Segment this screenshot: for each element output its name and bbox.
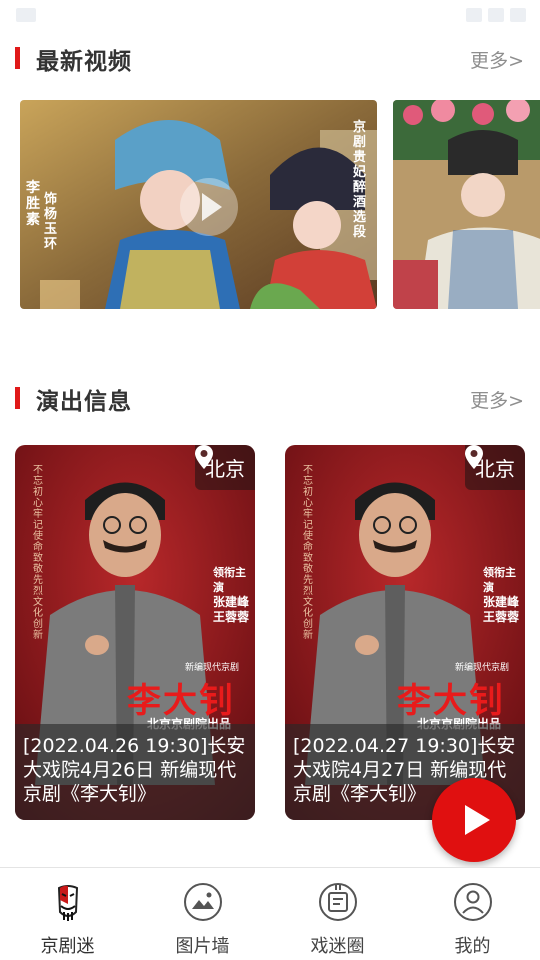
play-fab-button[interactable]	[432, 778, 516, 862]
chat-circle-icon	[318, 883, 357, 921]
tab-opera-fans[interactable]: 京剧迷	[0, 868, 135, 960]
video-overlay-text: 饰杨玉环	[44, 192, 58, 252]
tab-label: 戏迷圈	[310, 936, 365, 957]
poster-subtitle: 新编现代京剧	[185, 663, 240, 673]
tab-label: 图片墙	[175, 936, 230, 957]
bottom-tab-bar: 京剧迷 图片墙 戏迷圈 我的	[0, 867, 540, 960]
user-icon	[453, 883, 492, 921]
poster-lead: 领衔主演	[483, 566, 516, 594]
section-accent-bar	[15, 47, 20, 69]
video-overlay-text: 京剧贵妃醉酒选段	[353, 120, 367, 240]
tab-picture-wall[interactable]: 图片墙	[135, 868, 270, 960]
signal-icon	[488, 8, 504, 22]
battery-icon	[510, 8, 526, 22]
performance-caption: [2022.04.26 19:30]长安大戏院4月26日 新编现代京剧《李大钊》	[15, 724, 255, 820]
tab-label: 我的	[454, 936, 491, 957]
status-indicators	[466, 8, 526, 22]
image-icon	[183, 883, 222, 921]
performance-card[interactable]: 不忘初心 牢记使命 致敬先烈 文化创新 领衔主演 张建峰 王蓉蓉 新编现代京剧 …	[15, 445, 255, 820]
location-badge: 北京	[465, 445, 525, 490]
tab-me[interactable]: 我的	[405, 868, 540, 960]
video-card[interactable]	[393, 100, 540, 309]
performances-header: 演出信息 更多>	[0, 378, 540, 418]
poster-lead: 领衔主演	[213, 566, 246, 594]
play-icon[interactable]	[180, 178, 238, 236]
poster-actors: 张建峰 王蓉蓉	[213, 595, 250, 624]
status-notification-icon	[16, 8, 36, 22]
latest-videos-header: 最新视频 更多>	[0, 38, 540, 78]
poster-slogan: 不忘初心 牢记使命 致敬先烈 文化创新	[303, 465, 313, 641]
poster-subtitle: 新编现代京剧	[455, 663, 510, 673]
location-pin-icon	[465, 445, 483, 469]
tab-label: 京剧迷	[40, 936, 95, 957]
status-bar	[0, 0, 540, 30]
section-title: 演出信息	[36, 389, 132, 415]
performance-card[interactable]: 不忘初心 牢记使命 致敬先烈 文化创新 领衔主演 张建峰 王蓉蓉 新编现代京剧 …	[285, 445, 525, 820]
tab-fan-circle[interactable]: 戏迷圈	[270, 868, 405, 960]
more-performances-link[interactable]: 更多>	[470, 386, 524, 413]
opera-mask-icon	[57, 885, 78, 921]
video-thumbnail	[393, 100, 540, 309]
video-card[interactable]: 李胜素 饰杨玉环 京剧贵妃醉酒选段	[20, 100, 377, 309]
poster-slogan: 不忘初心 牢记使命 致敬先烈 文化创新	[33, 465, 43, 641]
section-accent-bar	[15, 387, 20, 409]
location-pin-icon	[195, 445, 213, 469]
more-videos-link[interactable]: 更多>	[470, 46, 524, 73]
location-badge: 北京	[195, 445, 255, 490]
poster-actors: 张建峰 王蓉蓉	[483, 595, 520, 624]
video-overlay-text: 李胜素	[26, 180, 40, 228]
wifi-icon	[466, 8, 482, 22]
section-title: 最新视频	[36, 49, 132, 75]
